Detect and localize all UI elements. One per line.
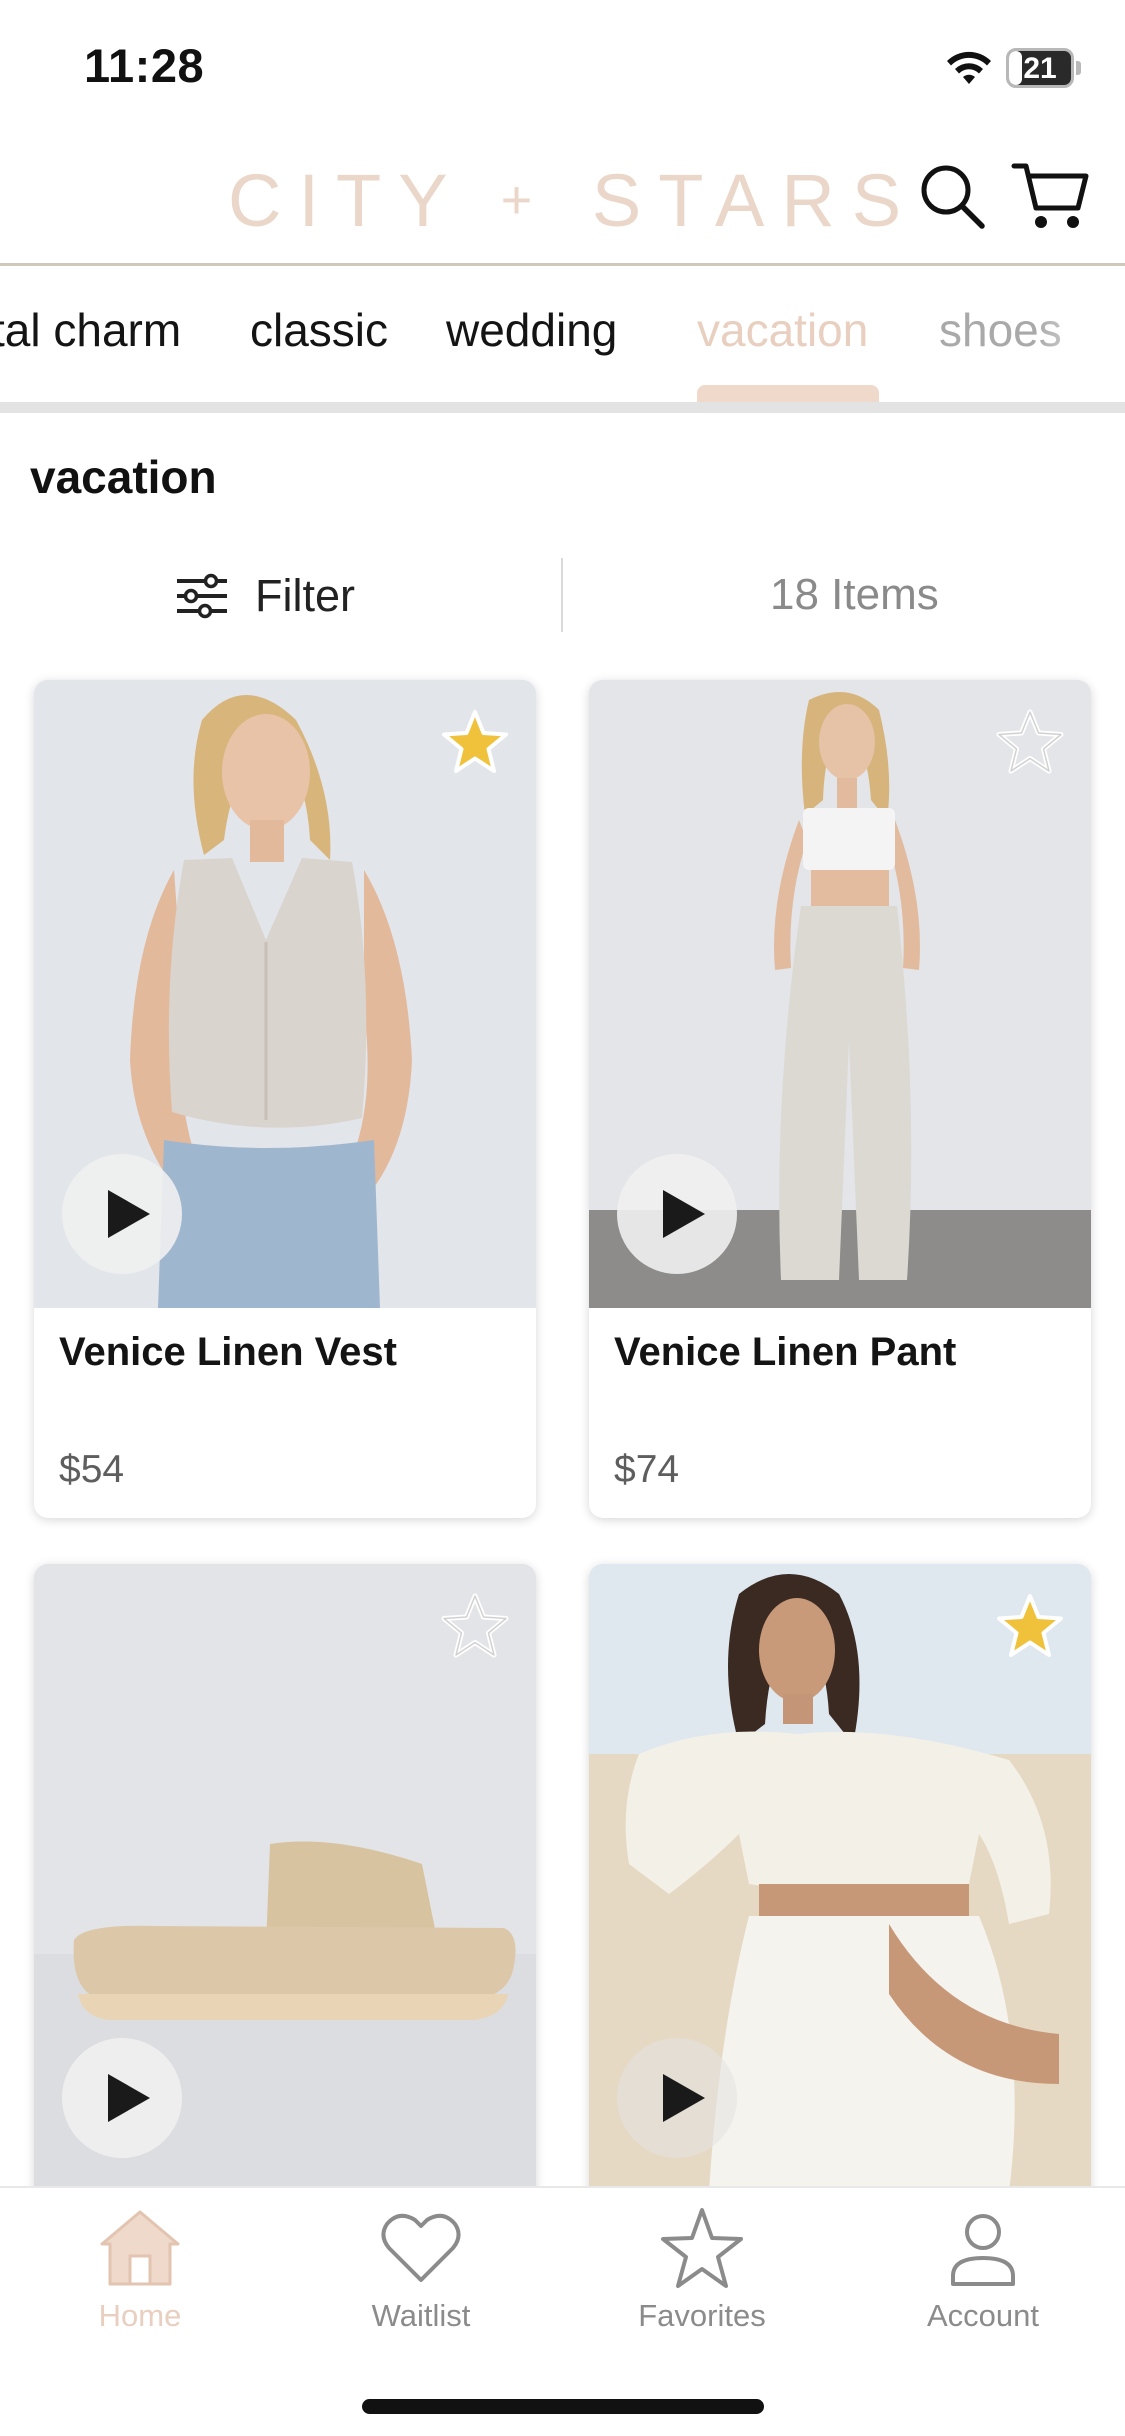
items-count: 18 Items: [770, 570, 939, 619]
nav-label-account: Account: [926, 2298, 1039, 2333]
category-tabs: tal charm classic wedding vacation shoes: [0, 269, 1125, 406]
play-icon: [663, 2074, 705, 2122]
nav-label-waitlist: Waitlist: [371, 2298, 471, 2333]
product-image[interactable]: [34, 680, 536, 1308]
tab-vacation[interactable]: vacation: [697, 303, 868, 357]
favorite-star-outline-icon[interactable]: [993, 706, 1067, 780]
nav-label-favorites: Favorites: [638, 2298, 766, 2333]
play-video-button[interactable]: [617, 1154, 737, 1274]
play-icon: [108, 2074, 150, 2122]
nav-favorites[interactable]: Favorites: [592, 2206, 812, 2346]
play-video-button[interactable]: [62, 1154, 182, 1274]
filter-bar: Filter 18 Items: [0, 558, 1125, 634]
product-image[interactable]: [34, 1564, 536, 2192]
tab-wedding[interactable]: wedding: [446, 303, 617, 357]
logo-plus: +: [500, 170, 555, 230]
product-image[interactable]: [589, 1564, 1091, 2192]
battery-indicator: 21: [1006, 48, 1082, 88]
product-name[interactable]: Venice Linen Vest: [59, 1330, 397, 1375]
play-icon: [663, 1190, 705, 1238]
play-video-button[interactable]: [62, 2038, 182, 2158]
app-header: CITY + STARS: [0, 130, 1125, 266]
tab-classic[interactable]: classic: [250, 303, 388, 357]
sliders-icon: [177, 573, 227, 619]
logo-word-stars: STARS: [591, 159, 919, 242]
status-bar: 11:28 21: [0, 0, 1125, 130]
brand-logo[interactable]: CITY + STARS: [228, 158, 918, 243]
product-image[interactable]: [589, 680, 1091, 1308]
product-price: $74: [614, 1448, 680, 1491]
favorite-star-outline-icon[interactable]: [438, 1590, 512, 1664]
cart-icon[interactable]: [1010, 156, 1090, 236]
nav-home[interactable]: Home: [30, 2206, 250, 2346]
star-icon: [661, 2208, 743, 2288]
tabs-divider: [0, 402, 1125, 413]
play-video-button[interactable]: [617, 2038, 737, 2158]
play-icon: [108, 1190, 150, 1238]
favorite-star-icon[interactable]: [993, 1590, 1067, 1664]
logo-word-city: CITY: [228, 159, 464, 242]
product-name[interactable]: Venice Linen Pant: [614, 1330, 956, 1375]
status-time: 11:28: [84, 39, 205, 92]
nav-waitlist[interactable]: Waitlist: [311, 2206, 531, 2346]
nav-label-home: Home: [98, 2298, 182, 2333]
search-icon[interactable]: [916, 160, 988, 232]
toolbar-divider: [561, 558, 563, 632]
filter-button[interactable]: Filter: [175, 558, 355, 634]
product-card[interactable]: [34, 1564, 536, 2204]
person-icon: [951, 2214, 1015, 2286]
favorite-star-icon[interactable]: [438, 706, 512, 780]
home-indicator: [362, 2399, 764, 2414]
product-price: $54: [59, 1448, 125, 1491]
battery-level: 21: [1023, 52, 1057, 85]
wifi-icon: [947, 51, 991, 84]
product-card[interactable]: [589, 1564, 1091, 2204]
product-card[interactable]: Venice Linen Pant $74: [589, 680, 1091, 1518]
nav-account[interactable]: Account: [873, 2206, 1093, 2346]
home-icon: [100, 2210, 180, 2286]
product-card[interactable]: Venice Linen Vest $54: [34, 680, 536, 1518]
page-title: vacation: [30, 451, 217, 503]
tab-tal-charm[interactable]: tal charm: [0, 303, 181, 357]
heart-icon: [381, 2213, 461, 2282]
filter-label: Filter: [255, 570, 355, 621]
